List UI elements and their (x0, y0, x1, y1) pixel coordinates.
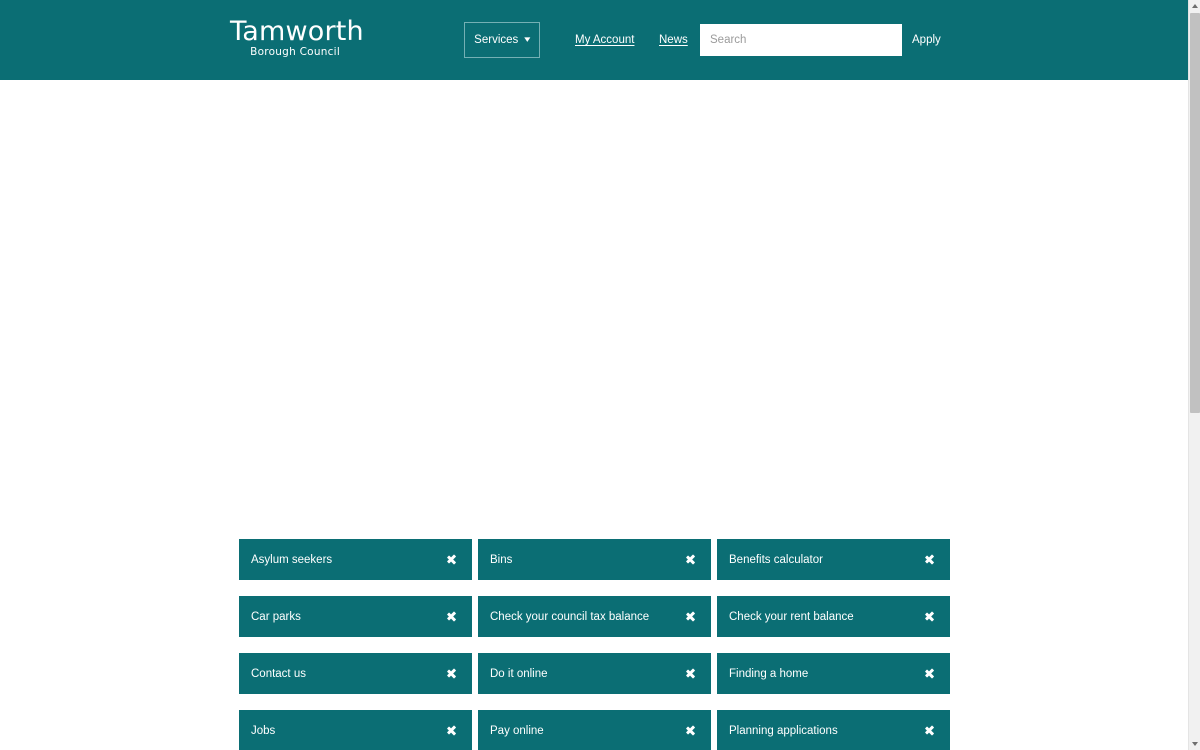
chevron-right-icon (447, 552, 459, 568)
nav-link-news[interactable]: News (659, 34, 688, 46)
chevron-right-icon (686, 552, 698, 568)
chevron-right-icon (925, 723, 937, 739)
apply-button[interactable]: Apply (912, 34, 941, 46)
chevron-right-icon (925, 666, 937, 682)
scroll-up-arrow-icon[interactable] (1189, 0, 1200, 12)
chevron-right-icon (686, 666, 698, 682)
quick-link-label: Benefits calculator (729, 553, 823, 566)
logo-primary-text: Tamworth (230, 16, 364, 47)
chevron-right-icon (447, 609, 459, 625)
chevron-right-icon (925, 552, 937, 568)
main-content-area (0, 80, 1188, 530)
quick-link-item[interactable]: Finding a home (717, 653, 950, 694)
quick-link-label: Car parks (251, 610, 301, 623)
quick-link-label: Check your council tax balance (490, 610, 650, 623)
services-button-label: Services (474, 34, 519, 46)
quick-link-label: Jobs (251, 724, 276, 737)
quick-link-item[interactable]: Do it online (478, 653, 711, 694)
chevron-right-icon (686, 723, 698, 739)
quick-link-label: Pay online (490, 724, 544, 737)
nav-link-my-account[interactable]: My Account (575, 34, 634, 46)
quick-link-label: Bins (490, 553, 513, 566)
scroll-down-arrow-icon[interactable] (1189, 738, 1200, 750)
header-inner: Tamworth Borough Council Services ▾ My A… (0, 0, 1188, 80)
quick-link-label: Asylum seekers (251, 553, 333, 566)
quick-link-item[interactable]: Asylum seekers (239, 539, 472, 580)
quick-link-item[interactable]: Check your rent balance (717, 596, 950, 637)
scrollbar-thumb[interactable] (1190, 13, 1200, 413)
quick-link-item[interactable]: Pay online (478, 710, 711, 750)
chevron-right-icon (925, 609, 937, 625)
quick-links-grid: Asylum seekers Bins Benefits calculator Car… (239, 539, 950, 750)
quick-link-label: Check your rent balance (729, 610, 854, 623)
chevron-down-icon: ▾ (524, 33, 531, 44)
search-input[interactable] (700, 24, 902, 56)
quick-link-label: Do it online (490, 667, 548, 680)
quick-link-item[interactable]: Benefits calculator (717, 539, 950, 580)
quick-link-item[interactable]: Check your council tax balance (478, 596, 711, 637)
quick-link-label: Finding a home (729, 667, 809, 680)
site-header: Tamworth Borough Council Services ▾ My A… (0, 0, 1188, 80)
services-dropdown-button[interactable]: Services ▾ (464, 22, 540, 58)
quick-link-item[interactable]: Jobs (239, 710, 472, 750)
chevron-right-icon (447, 723, 459, 739)
vertical-scrollbar[interactable] (1188, 0, 1200, 750)
chevron-right-icon (447, 666, 459, 682)
quick-link-label: Contact us (251, 667, 306, 680)
quick-link-item[interactable]: Bins (478, 539, 711, 580)
site-logo[interactable]: Tamworth Borough Council (230, 16, 364, 59)
quick-link-item[interactable]: Contact us (239, 653, 472, 694)
browser-viewport: Tamworth Borough Council Services ▾ My A… (0, 0, 1188, 750)
quick-link-label: Planning applications (729, 724, 838, 737)
logo-secondary-text: Borough Council (250, 46, 340, 58)
quick-link-item[interactable]: Planning applications (717, 710, 950, 750)
quick-link-item[interactable]: Car parks (239, 596, 472, 637)
chevron-right-icon (686, 609, 698, 625)
